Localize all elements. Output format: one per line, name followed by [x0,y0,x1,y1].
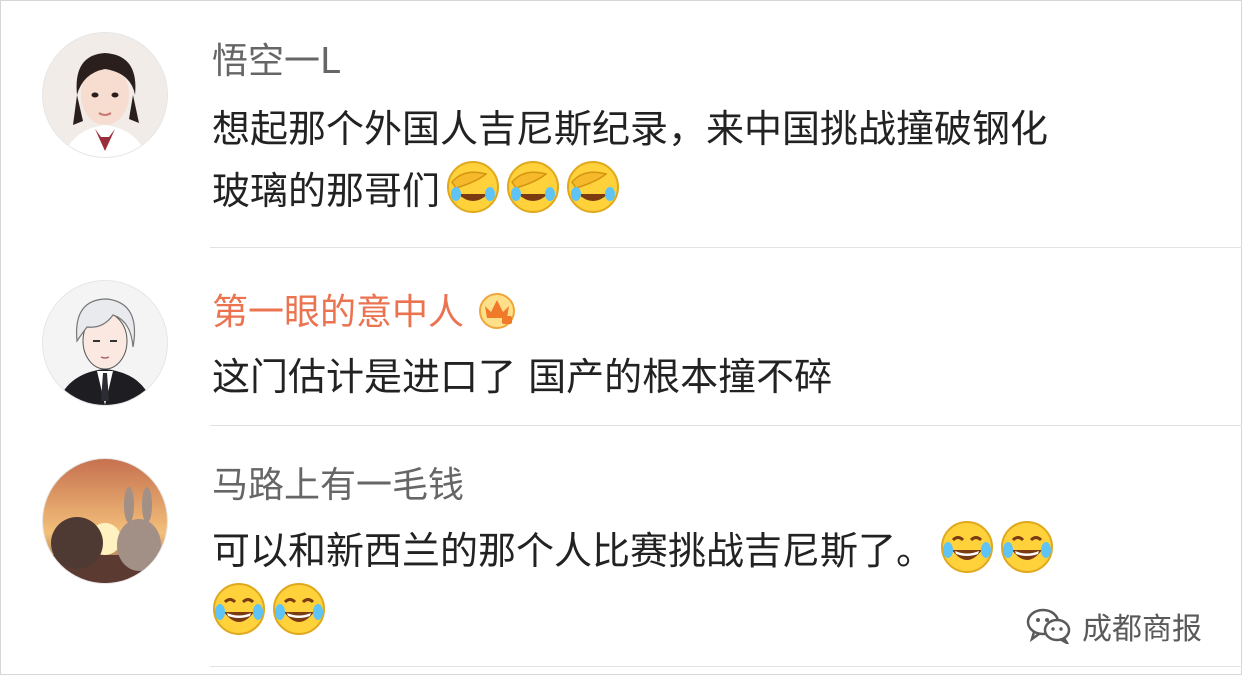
divider [210,247,1242,248]
tears-of-joy-icon [940,520,994,574]
comment-line: 玻璃的那哥们 [212,169,441,213]
comment-text: 想起那个外国人吉尼斯纪录，来中国挑战撞破钢化 玻璃的那哥们 [212,98,1212,222]
comment-line-with-emoji: 玻璃的那哥们 [212,160,1212,222]
crown-icon [479,293,516,329]
comment-line: 想起那个外国人吉尼斯纪录，来中国挑战撞破钢化 [212,107,1049,151]
facepalm-laugh-icon [446,160,500,214]
divider [210,425,1242,426]
comment-line: 这门估计是进口了 国产的根本撞不碎 [212,355,833,399]
username-vip[interactable]: 第一眼的意中人 [212,288,518,335]
tears-of-joy-icon [272,582,326,636]
watermark: 成都商报 [1026,604,1202,648]
tears-of-joy-icon [212,582,266,636]
avatar[interactable] [42,280,168,406]
divider [210,666,1242,667]
username: 第一眼的意中人 [212,292,465,333]
watermark-label: 成都商报 [1082,612,1202,647]
comment-line-with-emoji: 可以和新西兰的那个人比赛挑战吉尼斯了。 [212,520,1212,582]
avatar[interactable] [42,458,168,584]
comment-line: 可以和新西兰的那个人比赛挑战吉尼斯了。 [212,529,935,573]
facepalm-laugh-icon [506,160,560,214]
comment-text: 这门估计是进口了 国产的根本撞不碎 [212,346,1212,408]
tears-of-joy-icon [1000,520,1054,574]
avatar[interactable] [42,32,168,158]
username[interactable]: 马路上有一毛钱 [212,464,464,508]
wechat-icon [1026,608,1071,644]
username[interactable]: 悟空一L [212,40,340,84]
facepalm-laugh-icon [566,160,620,214]
